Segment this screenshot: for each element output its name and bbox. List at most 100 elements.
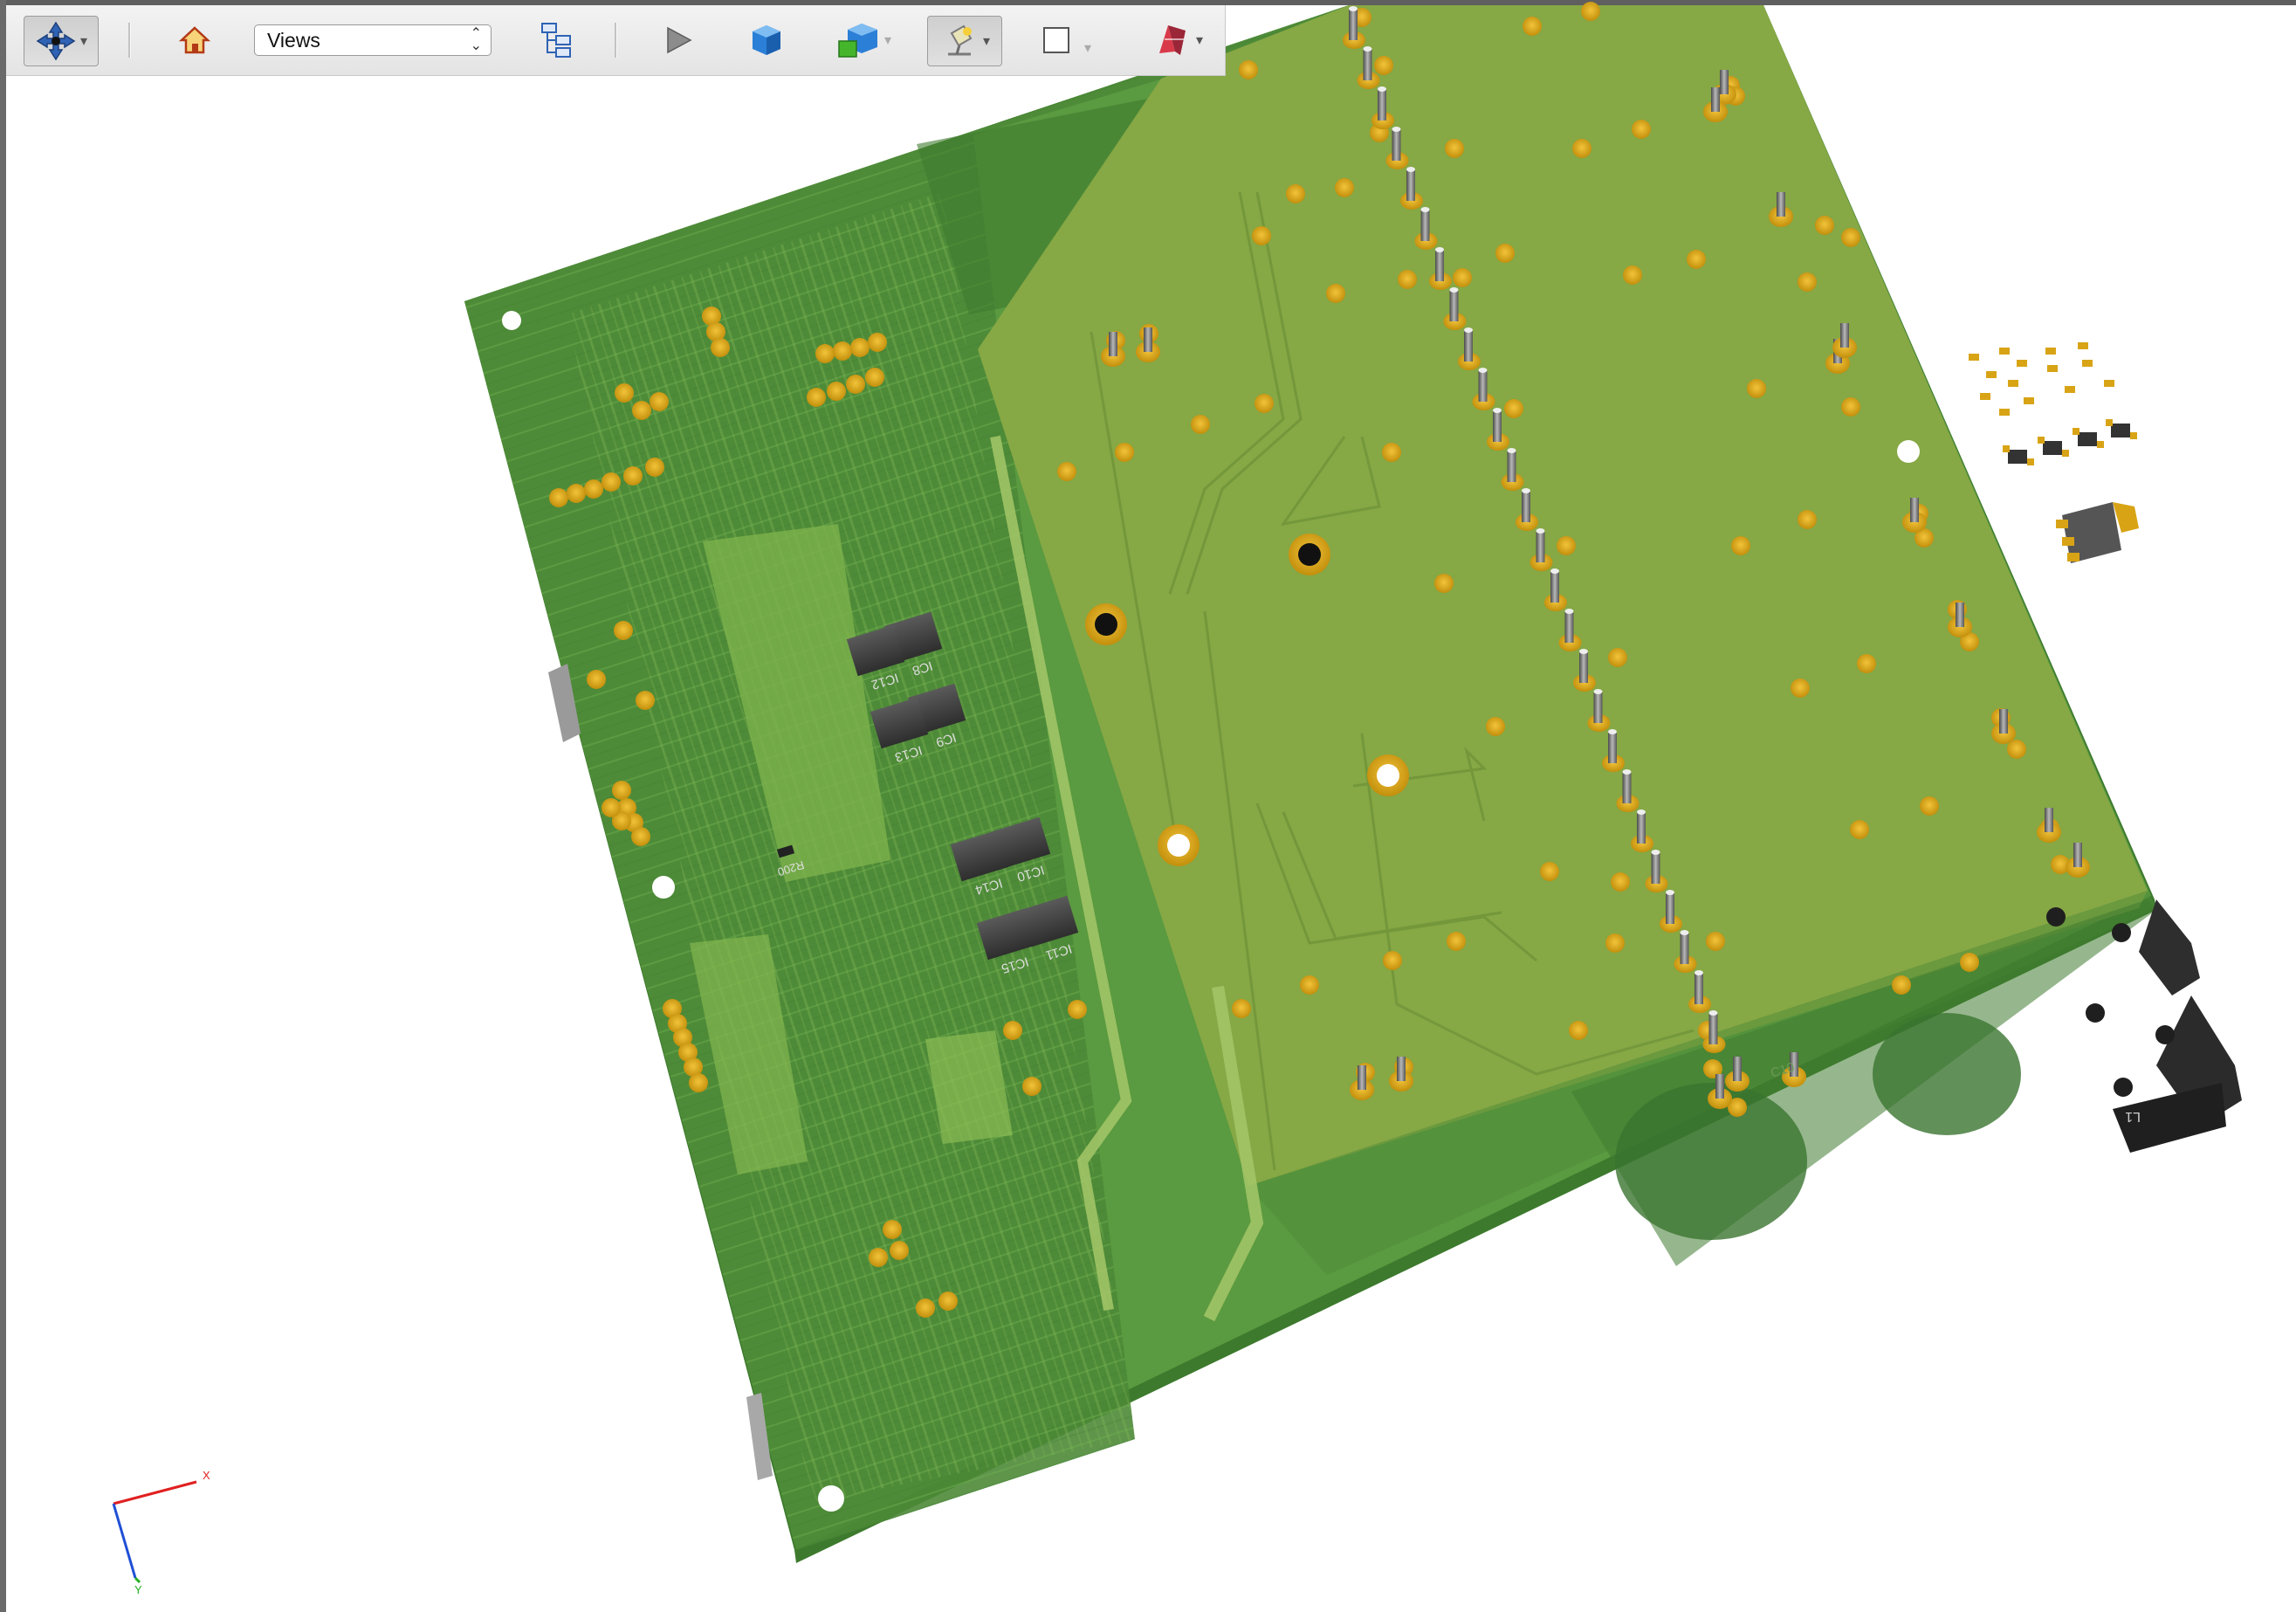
cross-section-icon xyxy=(1158,25,1186,55)
solder-pad xyxy=(1841,397,1860,417)
chevron-down-icon: ▾ xyxy=(883,33,892,48)
chevron-down-icon: ▾ xyxy=(1195,33,1204,48)
solder-pad xyxy=(636,691,655,710)
solder-pad xyxy=(584,479,603,499)
solder-pad xyxy=(1623,265,1642,285)
solder-pad xyxy=(1326,284,1345,303)
axis-y-label: Y xyxy=(134,1583,142,1596)
axis-triad: X Y xyxy=(112,1469,210,1596)
solder-pad xyxy=(807,388,826,407)
solder-pad xyxy=(1632,120,1651,139)
solder-pad xyxy=(632,401,651,420)
background-color-button[interactable]: ▾ xyxy=(1029,16,1103,65)
render-mode-icon xyxy=(753,25,780,55)
toolbar-separator xyxy=(128,23,131,58)
chevron-down-icon: ▾ xyxy=(79,34,88,49)
solder-pad xyxy=(1815,216,1834,235)
solder-pad xyxy=(1841,228,1860,247)
play-animation-icon xyxy=(667,26,692,54)
solder-pad xyxy=(567,484,586,503)
solder-pad xyxy=(938,1292,958,1311)
play-animation-button[interactable] xyxy=(654,16,703,65)
solder-pad xyxy=(549,488,568,507)
3d-viewport[interactable]: IC8 IC12 IC9 IC13 IC10 IC14 IC11 IC15 R2… xyxy=(0,0,2296,1612)
solder-pad xyxy=(846,375,865,394)
solder-pad xyxy=(612,781,631,800)
solder-pad xyxy=(1523,17,1542,36)
solder-pad xyxy=(865,368,884,387)
model-tree-button[interactable] xyxy=(532,16,581,65)
solder-pad xyxy=(1747,379,1766,398)
solder-pad xyxy=(1252,226,1271,245)
capacitor-shadow xyxy=(1873,1013,2021,1135)
solder-pad xyxy=(815,344,835,363)
navigation-mode-icon xyxy=(36,21,76,61)
solder-pad xyxy=(1495,244,1515,263)
solder-pad xyxy=(1300,975,1319,995)
model-tree-icon xyxy=(541,23,571,58)
solder-pad xyxy=(890,1241,909,1260)
solder-pad xyxy=(1920,796,1939,816)
solder-pad xyxy=(1611,872,1630,892)
solder-pad xyxy=(1382,443,1401,462)
solder-pad xyxy=(1232,999,1251,1018)
solder-pad xyxy=(1572,139,1591,158)
solder-pad xyxy=(1608,648,1627,667)
solder-pad xyxy=(1434,574,1454,593)
views-dropdown[interactable]: Views ⌃ ⌄ xyxy=(254,24,492,56)
solder-pad xyxy=(1486,717,1505,736)
shaded-with-edges-button[interactable]: ▾ xyxy=(827,16,900,65)
label-l1: L1 xyxy=(2125,1109,2141,1124)
solder-pad xyxy=(1569,1021,1588,1040)
solder-pad xyxy=(827,382,846,401)
solder-pad xyxy=(1605,933,1625,953)
solder-pad xyxy=(1453,268,1472,287)
solder-pad xyxy=(1445,139,1464,158)
cross-section-button[interactable]: ▾ xyxy=(1141,16,1214,65)
home-icon xyxy=(179,26,210,54)
solder-pad xyxy=(1003,1021,1022,1040)
floating-components xyxy=(1969,342,2139,563)
solder-pad xyxy=(1239,60,1258,79)
solder-pad xyxy=(1115,443,1134,462)
solder-pad xyxy=(1068,1000,1087,1019)
solder-pad xyxy=(631,827,650,846)
solder-pad xyxy=(1857,654,1876,673)
solder-pad xyxy=(1191,415,1210,434)
home-view-button[interactable] xyxy=(170,16,219,65)
solder-pad xyxy=(850,338,870,357)
solder-pad xyxy=(1540,862,1559,881)
solder-pad xyxy=(601,472,621,492)
solder-pad xyxy=(1557,536,1576,555)
shaded-with-edges-icon xyxy=(838,24,877,58)
solder-pad xyxy=(1286,184,1305,203)
solder-pad xyxy=(1374,56,1393,75)
chevron-down-icon: ▾ xyxy=(1083,41,1092,56)
views-dropdown-label: Views xyxy=(267,28,320,52)
solder-pad xyxy=(1398,270,1417,289)
solder-pad xyxy=(1798,272,1817,292)
solder-pad xyxy=(601,798,621,817)
solder-pad xyxy=(614,621,633,640)
solder-pad xyxy=(1057,462,1076,481)
lighting-button[interactable]: ▾ xyxy=(927,16,1002,66)
chevron-down-icon: ▾ xyxy=(982,34,991,49)
solder-pad xyxy=(650,392,669,411)
solder-pad xyxy=(587,670,606,689)
solder-pad xyxy=(1892,975,1911,995)
render-mode-button[interactable] xyxy=(742,16,791,65)
lighting-icon xyxy=(947,24,973,56)
solder-pad xyxy=(869,1248,888,1267)
navigation-mode-button[interactable]: ▾ xyxy=(24,16,99,66)
solder-pad xyxy=(623,466,643,486)
solder-pad xyxy=(868,333,887,352)
toolbar-separator xyxy=(615,23,617,58)
solder-pad xyxy=(689,1073,708,1092)
solder-pad xyxy=(1960,953,1979,972)
axis-x-label: X xyxy=(203,1469,210,1482)
solder-pad xyxy=(1255,394,1274,413)
solder-pad xyxy=(1706,932,1725,951)
solder-pad xyxy=(833,341,852,361)
solder-pad xyxy=(1383,951,1402,970)
background-color-icon xyxy=(1042,27,1069,53)
